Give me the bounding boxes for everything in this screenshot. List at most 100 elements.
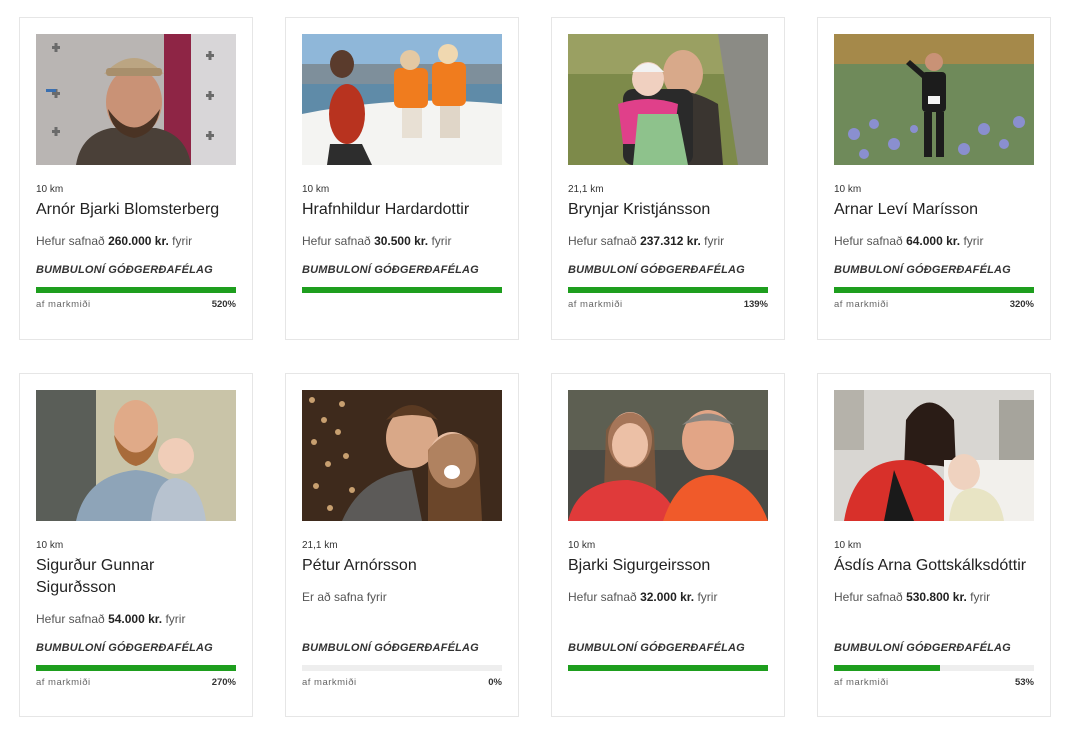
raised-prefix: Er að safna fyrir (302, 590, 387, 604)
raised-amount: 530.800 kr. (906, 590, 967, 604)
progress-fill (568, 287, 768, 293)
raised-amount: 260.000 kr. (108, 234, 169, 248)
runner-photo[interactable] (568, 34, 768, 165)
progress-bar (302, 287, 502, 293)
goal-label: af markmiði (834, 677, 889, 688)
progress-bar (568, 665, 768, 671)
raised-text: Hefur safnað 530.800 kr. fyrir (834, 589, 1034, 605)
progress-bar (36, 287, 236, 293)
race-distance: 10 km (834, 184, 862, 195)
progress-fill (302, 287, 502, 293)
progress-fill (36, 665, 236, 671)
progress-percent: 320% (1009, 299, 1034, 310)
charity-name[interactable]: BUMBULONÍ GÓÐGERÐAFÉLAG (568, 263, 768, 277)
runner-card[interactable]: 21,1 km Brynjar Kristjánsson Hefur safna… (551, 17, 785, 340)
progress-percent: 139% (743, 299, 768, 310)
progress-bar (36, 665, 236, 671)
progress-percent: 0% (488, 677, 502, 688)
raised-prefix: Hefur safnað (568, 234, 637, 248)
race-distance: 10 km (36, 184, 64, 195)
runner-photo[interactable] (568, 390, 768, 521)
couple-selfie-photo (302, 390, 502, 521)
runner-photo[interactable] (302, 34, 502, 165)
charity-name[interactable]: BUMBULONÍ GÓÐGERÐAFÉLAG (568, 641, 768, 655)
runner-card[interactable]: 10 km Bjarki Sigurgeirsson Hefur safnað … (551, 373, 785, 717)
runner-name[interactable]: Ásdís Arna Gottskálksdóttir (834, 555, 1034, 577)
runner-card[interactable]: 10 km Arnar Leví Marísson Hefur safnað 6… (817, 17, 1051, 340)
progress-meta: af markmiði 0% (302, 677, 502, 689)
raised-text: Er að safna fyrir (302, 589, 502, 605)
raised-prefix: Hefur safnað (302, 234, 371, 248)
progress-bar (568, 287, 768, 293)
runner-photo[interactable] (36, 34, 236, 165)
raised-amount: 237.312 kr. (640, 234, 701, 248)
runner-card[interactable]: 21,1 km Pétur Arnórsson Er að safna fyri… (285, 373, 519, 717)
charity-name[interactable]: BUMBULONÍ GÓÐGERÐAFÉLAG (36, 263, 236, 277)
raised-suffix: fyrir (970, 590, 991, 604)
progress-meta: af markmiði 520% (36, 299, 236, 311)
runner-name[interactable]: Arnór Bjarki Blomsterberg (36, 199, 236, 221)
runner-photo[interactable] (302, 390, 502, 521)
raised-suffix: fyrir (172, 234, 193, 248)
runner-lupine-field-photo (834, 34, 1034, 165)
charity-name[interactable]: BUMBULONÍ GÓÐGERÐAFÉLAG (834, 641, 1034, 655)
race-distance: 10 km (302, 184, 330, 195)
runner-card[interactable]: 10 km Sigurður Gunnar Sigurðsson Hefur s… (19, 373, 253, 717)
progress-meta: af markmiði 320% (834, 299, 1034, 311)
race-distance: 10 km (834, 540, 862, 551)
raised-suffix: fyrir (704, 234, 725, 248)
raised-prefix: Hefur safnað (36, 234, 105, 248)
progress-fill (568, 665, 768, 671)
runner-name[interactable]: Bjarki Sigurgeirsson (568, 555, 768, 577)
raised-amount: 30.500 kr. (374, 234, 429, 248)
race-distance: 10 km (568, 540, 596, 551)
raised-prefix: Hefur safnað (834, 590, 903, 604)
raised-text: Hefur safnað 260.000 kr. fyrir (36, 233, 236, 249)
raised-text: Hefur safnað 32.000 kr. fyrir (568, 589, 768, 605)
raised-text: Hefur safnað 64.000 kr. fyrir (834, 233, 1034, 249)
runner-name[interactable]: Hrafnhildur Hardardottir (302, 199, 502, 221)
raised-suffix: fyrir (165, 612, 186, 626)
raised-amount: 64.000 kr. (906, 234, 961, 248)
father-daughter-selfie-photo (568, 390, 768, 521)
runner-card[interactable]: 10 km Ásdís Arna Gottskálksdóttir Hefur … (817, 373, 1051, 717)
charity-name[interactable]: BUMBULONÍ GÓÐGERÐAFÉLAG (302, 263, 502, 277)
runner-photo[interactable] (834, 390, 1034, 521)
father-child-wheelchair-photo (568, 34, 768, 165)
runner-name[interactable]: Pétur Arnórsson (302, 555, 502, 577)
runner-name[interactable]: Sigurður Gunnar Sigurðsson (36, 555, 236, 599)
race-distance: 21,1 km (568, 184, 604, 195)
progress-fill (834, 287, 1034, 293)
raised-text: Hefur safnað 30.500 kr. fyrir (302, 233, 502, 249)
race-distance: 21,1 km (302, 540, 338, 551)
runner-photo[interactable] (834, 34, 1034, 165)
goal-label: af markmiði (302, 677, 357, 688)
goal-label: af markmiði (568, 299, 623, 310)
progress-percent: 520% (211, 299, 236, 310)
progress-bar (834, 665, 1034, 671)
raised-suffix: fyrir (697, 590, 718, 604)
raised-amount: 32.000 kr. (640, 590, 695, 604)
boat-children-photo (302, 34, 502, 165)
raised-suffix: fyrir (963, 234, 984, 248)
raised-prefix: Hefur safnað (834, 234, 903, 248)
progress-percent: 270% (211, 677, 236, 688)
progress-fill (36, 287, 236, 293)
runner-grid: 10 km Arnór Bjarki Blomsterberg Hefur sa… (19, 17, 1051, 717)
charity-name[interactable]: BUMBULONÍ GÓÐGERÐAFÉLAG (302, 641, 502, 655)
runner-photo[interactable] (36, 390, 236, 521)
goal-label: af markmiði (834, 299, 889, 310)
charity-name[interactable]: BUMBULONÍ GÓÐGERÐAFÉLAG (36, 641, 236, 655)
progress-percent: 53% (1014, 677, 1034, 688)
race-distance: 10 km (36, 540, 64, 551)
progress-meta: af markmiði 139% (568, 299, 768, 311)
runner-name[interactable]: Arnar Leví Marísson (834, 199, 1034, 221)
charity-name[interactable]: BUMBULONÍ GÓÐGERÐAFÉLAG (834, 263, 1034, 277)
runner-card[interactable]: 10 km Hrafnhildur Hardardottir Hefur saf… (285, 17, 519, 340)
progress-meta: af markmiði 53% (834, 677, 1034, 689)
runner-card[interactable]: 10 km Arnór Bjarki Blomsterberg Hefur sa… (19, 17, 253, 340)
raised-prefix: Hefur safnað (36, 612, 105, 626)
raised-text: Hefur safnað 54.000 kr. fyrir (36, 611, 236, 627)
runner-name[interactable]: Brynjar Kristjánsson (568, 199, 768, 221)
raised-prefix: Hefur safnað (568, 590, 637, 604)
